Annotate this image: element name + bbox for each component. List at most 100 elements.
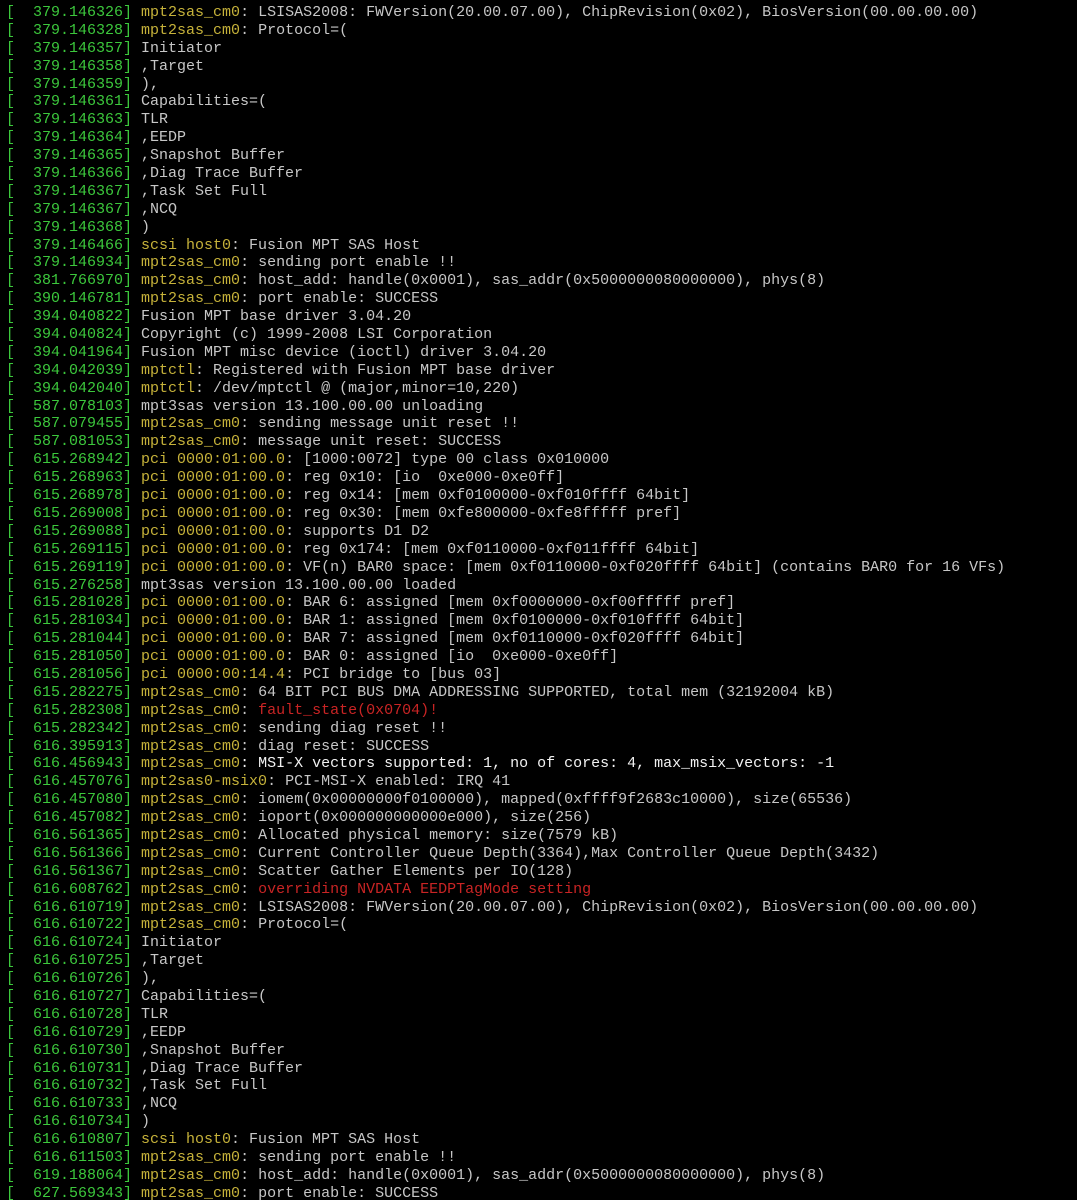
log-message: : reg 0x174: [mem 0xf0110000-0xf011ffff … — [285, 540, 700, 558]
log-timestamp: [ 619.188064] — [6, 1166, 142, 1184]
log-line: [ 379.146358] ,Target — [0, 58, 1077, 76]
log-message: ,NCQ — [141, 200, 178, 218]
log-timestamp: [ 394.041964] — [6, 343, 142, 361]
log-timestamp: [ 616.610728] — [6, 1005, 142, 1023]
log-source: pci 0000:01:00.0 — [141, 558, 286, 576]
log-line: [ 379.146363] TLR — [0, 111, 1077, 129]
log-timestamp: [ 616.610729] — [6, 1023, 142, 1041]
log-line: [ 615.268978] pci 0000:01:00.0: reg 0x14… — [0, 487, 1077, 505]
log-line: [ 615.282342] mpt2sas_cm0: sending diag … — [0, 720, 1077, 738]
log-timestamp: [ 379.146366] — [6, 165, 142, 183]
log-message: ,Diag Trace Buffer — [141, 165, 304, 183]
log-message: : — [240, 880, 259, 898]
log-timestamp: [ 381.766970] — [6, 272, 142, 290]
log-line: [ 616.610727] Capabilities=( — [0, 988, 1077, 1006]
log-message: : Allocated physical memory: size(7579 k… — [240, 826, 619, 844]
log-timestamp: [ 379.146934] — [6, 254, 142, 272]
log-timestamp: [ 615.269088] — [6, 522, 142, 540]
log-source: mpt2sas_cm0 — [141, 737, 241, 755]
log-message: : iomem(0x00000000f0100000), mapped(0xff… — [240, 791, 853, 809]
log-line: [ 615.281028] pci 0000:01:00.0: BAR 6: a… — [0, 594, 1077, 612]
log-timestamp: [ 390.146781] — [6, 290, 142, 308]
log-message: ,Target — [141, 952, 205, 970]
log-line: [ 394.040824] Copyright (c) 1999-2008 LS… — [0, 326, 1077, 344]
log-line: [ 616.561365] mpt2sas_cm0: Allocated phy… — [0, 827, 1077, 845]
log-line: [ 616.610725] ,Target — [0, 952, 1077, 970]
log-timestamp: [ 615.281044] — [6, 630, 142, 648]
log-line: [ 615.269008] pci 0000:01:00.0: reg 0x30… — [0, 505, 1077, 523]
log-timestamp: [ 587.081053] — [6, 433, 142, 451]
log-message: : port enable: SUCCESS — [240, 290, 439, 308]
log-timestamp: [ 615.268978] — [6, 487, 142, 505]
terminal-output[interactable]: [ 379.146326] mpt2sas_cm0: LSISAS2008: F… — [0, 0, 1077, 1200]
log-line: [ 394.041964] Fusion MPT misc device (io… — [0, 344, 1077, 362]
log-source: mpt2sas0-msix0 — [141, 773, 268, 791]
log-message: : LSISAS2008: FWVersion(20.00.07.00), Ch… — [240, 4, 979, 21]
log-timestamp: [ 379.146368] — [6, 218, 142, 236]
log-timestamp: [ 616.456943] — [6, 755, 142, 773]
log-timestamp: [ 379.146367] — [6, 200, 142, 218]
log-source: mpt2sas_cm0 — [141, 433, 241, 451]
log-source: mpt2sas_cm0 — [141, 683, 241, 701]
log-message: TLR — [141, 111, 169, 129]
log-line: [ 379.146934] mpt2sas_cm0: sending port … — [0, 254, 1077, 272]
log-timestamp: [ 616.610722] — [6, 916, 142, 934]
log-timestamp: [ 616.610719] — [6, 898, 142, 916]
log-line: [ 615.281050] pci 0000:01:00.0: BAR 0: a… — [0, 648, 1077, 666]
log-line: [ 615.281044] pci 0000:01:00.0: BAR 7: a… — [0, 630, 1077, 648]
log-line: [ 379.146326] mpt2sas_cm0: LSISAS2008: F… — [0, 4, 1077, 22]
log-timestamp: [ 616.610727] — [6, 987, 142, 1005]
log-message: : reg 0x10: [io 0xe000-0xe0ff] — [285, 469, 565, 487]
log-timestamp: [ 379.146361] — [6, 93, 142, 111]
log-source: pci 0000:01:00.0 — [141, 630, 286, 648]
log-message: : PCI-MSI-X enabled: IRQ 41 — [267, 773, 511, 791]
log-line: [ 616.610734] ) — [0, 1113, 1077, 1131]
log-timestamp: [ 615.276258] — [6, 576, 142, 594]
log-line: [ 616.610732] ,Task Set Full — [0, 1077, 1077, 1095]
log-message: : /dev/mptctl @ (major,minor=10,220) — [195, 379, 520, 397]
log-message: : host_add: handle(0x0001), sas_addr(0x5… — [240, 272, 826, 290]
log-message: : BAR 6: assigned [mem 0xf0000000-0xf00f… — [285, 594, 736, 612]
log-timestamp: [ 615.281034] — [6, 612, 142, 630]
log-message: : BAR 0: assigned [io 0xe000-0xe0ff] — [285, 648, 619, 666]
log-message: ,Target — [141, 57, 205, 75]
log-line: [ 379.146359] ), — [0, 76, 1077, 94]
log-message: ,EEDP — [141, 1023, 187, 1041]
log-line: [ 379.146466] scsi host0: Fusion MPT SAS… — [0, 237, 1077, 255]
log-message: TLR — [141, 1005, 169, 1023]
log-source: mptctl — [141, 379, 196, 397]
log-message: ), — [141, 75, 160, 93]
log-source: mpt2sas_cm0 — [141, 1184, 241, 1200]
log-line: [ 616.610729] ,EEDP — [0, 1024, 1077, 1042]
log-line: [ 379.146368] ) — [0, 219, 1077, 237]
log-timestamp: [ 615.269119] — [6, 558, 142, 576]
log-timestamp: [ 615.268942] — [6, 451, 142, 469]
log-message: ), — [141, 970, 160, 988]
log-source: mpt2sas_cm0 — [141, 791, 241, 809]
log-timestamp: [ 379.146358] — [6, 57, 142, 75]
log-timestamp: [ 616.610724] — [6, 934, 142, 952]
log-message: ,Snapshot Buffer — [141, 147, 286, 165]
log-source: pci 0000:01:00.0 — [141, 487, 286, 505]
log-line: [ 615.268942] pci 0000:01:00.0: [1000:00… — [0, 451, 1077, 469]
log-timestamp: [ 616.457080] — [6, 791, 142, 809]
log-line: [ 616.610731] ,Diag Trace Buffer — [0, 1060, 1077, 1078]
log-message: Capabilities=( — [141, 93, 268, 111]
log-line: [ 616.611503] mpt2sas_cm0: sending port … — [0, 1149, 1077, 1167]
log-line: [ 379.146365] ,Snapshot Buffer — [0, 147, 1077, 165]
log-line: [ 379.146364] ,EEDP — [0, 129, 1077, 147]
log-line: [ 379.146367] ,Task Set Full — [0, 183, 1077, 201]
log-timestamp: [ 587.078103] — [6, 397, 142, 415]
log-timestamp: [ 394.040824] — [6, 326, 142, 344]
log-source: pci 0000:01:00.0 — [141, 451, 286, 469]
log-timestamp: [ 379.146364] — [6, 129, 142, 147]
log-message: ,NCQ — [141, 1095, 178, 1113]
log-source: mpt2sas_cm0 — [141, 862, 241, 880]
log-line: [ 615.276258] mpt3sas version 13.100.00.… — [0, 577, 1077, 595]
log-timestamp: [ 615.268963] — [6, 469, 142, 487]
log-timestamp: [ 616.457076] — [6, 773, 142, 791]
log-timestamp: [ 616.610732] — [6, 1077, 142, 1095]
log-line: [ 587.079455] mpt2sas_cm0: sending messa… — [0, 415, 1077, 433]
log-message: : [1000:0072] type 00 class 0x010000 — [285, 451, 610, 469]
log-message: : LSISAS2008: FWVersion(20.00.07.00), Ch… — [240, 898, 979, 916]
